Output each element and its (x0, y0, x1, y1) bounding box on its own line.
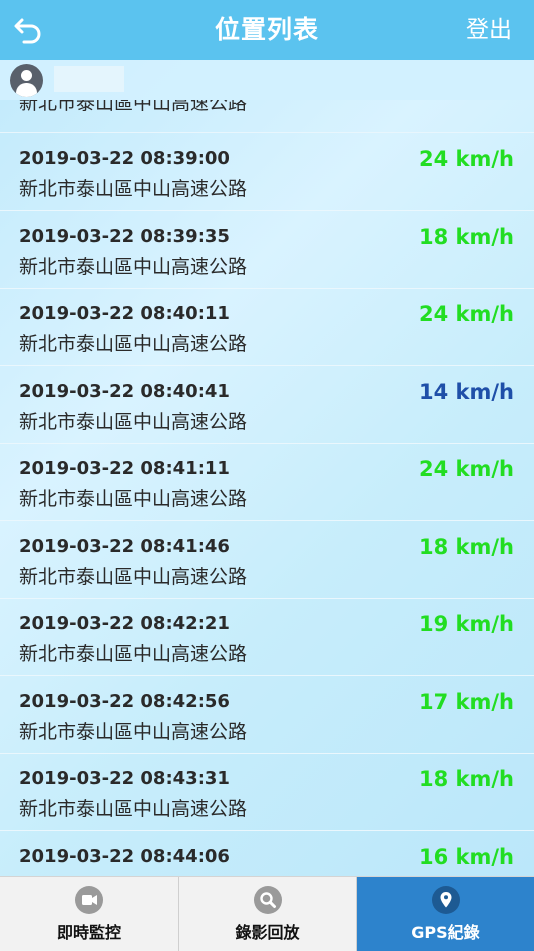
search-icon (253, 886, 282, 914)
timestamp-label: 2019-03-22 08:42:21 (19, 613, 230, 634)
speed-label: 18 km/h (418, 534, 514, 559)
tab-label: GPS紀錄 (411, 923, 480, 942)
address-label: 新北市泰山區中山高速公路 (19, 333, 248, 355)
address-label: 新北市泰山區中山高速公路 (19, 488, 248, 510)
list-item-partial[interactable]: 新北市泰山區中山高速公路 (0, 100, 534, 133)
timestamp-label: 2019-03-22 08:40:11 (19, 303, 230, 324)
timestamp-label: 2019-03-22 08:40:41 (19, 380, 230, 402)
address-label: 新北市泰山區中山高速公路 (19, 643, 248, 665)
speed-label: 14 km/h (418, 379, 514, 404)
address-label: 新北市泰山區中山高速公路 (19, 100, 248, 114)
location-pin-icon (431, 886, 460, 914)
speed-label: 17 km/h (418, 689, 514, 714)
timestamp-label: 2019-03-22 08:43:31 (19, 768, 230, 789)
timestamp-label: 2019-03-22 08:39:00 (19, 148, 230, 169)
list-item[interactable]: 2019-03-22 08:43:31 新北市泰山區中山高速公路 18 km/h (0, 753, 534, 831)
speed-label: 16 km/h (418, 844, 514, 869)
user-bar (0, 60, 534, 100)
address-label: 新北市泰山區中山高速公路 (19, 720, 248, 743)
list-item[interactable]: 2019-03-22 08:44:06新北市泰山區中山高速公路16 km/h (0, 831, 534, 877)
address-label: 新北市泰山區中山高速公路 (19, 410, 248, 433)
list-item[interactable]: 2019-03-22 08:39:00 新北市泰山區中山高速公路 24 km/h (0, 133, 534, 211)
bottom-tab-bar: 即時監控 錄影回放 GPS紀錄 (0, 876, 534, 951)
timestamp-label: 2019-03-22 08:39:35 (19, 225, 230, 247)
address-label: 新北市泰山區中山高速公路 (19, 798, 248, 820)
speed-label: 24 km/h (418, 457, 514, 481)
speed-label: 24 km/h (418, 302, 514, 326)
header-bar: 位置列表 登出 (0, 0, 534, 60)
speed-label: 18 km/h (418, 767, 514, 791)
list-item[interactable]: 2019-03-22 08:39:35 新北市泰山區中山高速公路 18 km/h (0, 211, 534, 289)
list-item[interactable]: 2019-03-22 08:40:41 新北市泰山區中山高速公路 14 km/h (0, 366, 534, 444)
speed-label: 18 km/h (418, 224, 514, 249)
tab-playback[interactable]: 錄影回放 (179, 877, 357, 951)
timestamp-label: 2019-03-22 08:44:06 (19, 845, 230, 867)
list-item[interactable]: 2019-03-22 08:41:11 新北市泰山區中山高速公路 24 km/h (0, 443, 534, 521)
address-label: 新北市泰山區中山高速公路 (19, 565, 248, 588)
location-list[interactable]: 新北市泰山區中山高速公路 2019-03-22 08:39:00 新北市泰山區中山… (0, 100, 534, 876)
tab-gps-record[interactable]: GPS紀錄 (357, 877, 534, 951)
speed-label: 19 km/h (418, 612, 514, 636)
address-label: 新北市泰山區中山高速公路 (19, 255, 248, 278)
list-item[interactable]: 2019-03-22 08:42:21 新北市泰山區中山高速公路 19 km/h (0, 598, 534, 676)
timestamp-label: 2019-03-22 08:41:46 (19, 535, 230, 557)
address-label: 新北市泰山區中山高速公路 (19, 178, 248, 200)
list-item[interactable]: 2019-03-22 08:40:11 新北市泰山區中山高速公路 24 km/h (0, 288, 534, 366)
list-item[interactable]: 2019-03-22 08:42:56 新北市泰山區中山高速公路 17 km/h (0, 676, 534, 754)
avatar-icon (10, 64, 43, 97)
timestamp-label: 2019-03-22 08:42:56 (19, 690, 230, 712)
tab-live-monitor[interactable]: 即時監控 (0, 877, 179, 951)
tab-label: 即時監控 (56, 923, 121, 942)
page-title: 位置列表 (214, 15, 319, 44)
tab-label: 錄影回放 (235, 923, 300, 942)
speed-label: 24 km/h (418, 147, 514, 171)
username-label (54, 66, 124, 92)
logout-button[interactable]: 登出 (466, 0, 512, 60)
list-item[interactable]: 2019-03-22 08:41:46 新北市泰山區中山高速公路 18 km/h (0, 521, 534, 599)
camera-icon (75, 886, 103, 914)
timestamp-label: 2019-03-22 08:41:11 (19, 458, 230, 479)
